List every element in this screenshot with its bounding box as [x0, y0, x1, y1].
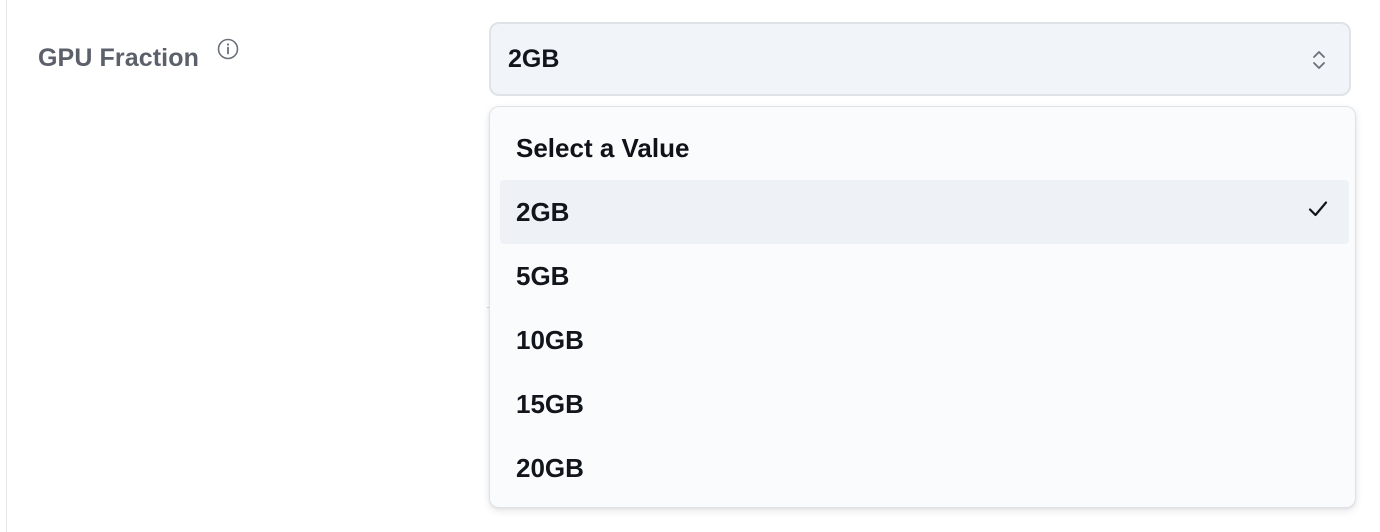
option-15gb[interactable]: 15GB — [500, 372, 1349, 436]
option-label: 2GB — [516, 197, 570, 227]
option-20gb[interactable]: 20GB — [500, 436, 1349, 500]
option-2gb[interactable]: 2GB — [500, 180, 1349, 244]
option-5gb[interactable]: 5GB — [500, 244, 1349, 308]
gpu-fraction-dropdown-menu: Select a Value 2GB 5GB 10GB 15GB 20GB — [489, 106, 1356, 508]
gpu-fraction-form: GPU Fraction 2GB Select a Value 2GB 5GB … — [0, 0, 1380, 532]
checkmark-icon — [1307, 198, 1329, 220]
option-10gb[interactable]: 10GB — [500, 308, 1349, 372]
gpu-fraction-label: GPU Fraction — [38, 44, 199, 72]
option-label: 10GB — [516, 325, 584, 355]
gpu-fraction-select[interactable]: 2GB — [489, 22, 1351, 96]
info-circle-icon[interactable] — [217, 38, 239, 60]
gpu-fraction-label-row: GPU Fraction — [38, 38, 239, 74]
chevron-up-down-icon — [1311, 48, 1327, 72]
left-divider — [6, 0, 7, 532]
dropdown-header: Select a Value — [516, 133, 690, 163]
select-current-value: 2GB — [508, 45, 560, 73]
option-label: 5GB — [516, 261, 570, 291]
option-label: 15GB — [516, 389, 584, 419]
option-label: 20GB — [516, 453, 584, 483]
